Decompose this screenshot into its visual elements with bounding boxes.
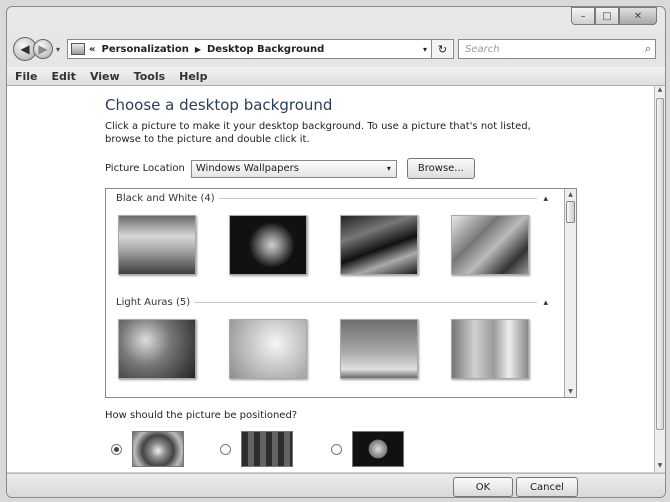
breadcrumb-separator-icon[interactable]: ▶ xyxy=(195,45,201,54)
group-label: Light Auras (5) xyxy=(116,297,191,308)
search-placeholder: Search xyxy=(465,43,500,55)
forward-arrow-icon: ▶ xyxy=(38,42,48,56)
picture-location-select[interactable]: Windows Wallpapers ▾ xyxy=(190,159,397,178)
position-thumbnail[interactable] xyxy=(352,431,404,467)
control-panel-icon xyxy=(71,43,86,55)
menu-tools[interactable]: Tools xyxy=(134,70,165,83)
page-description: Click a picture to make it your desktop … xyxy=(105,121,531,145)
group-divider xyxy=(194,302,538,303)
scroll-down-icon[interactable]: ▼ xyxy=(655,462,665,472)
refresh-icon: ↻ xyxy=(437,42,448,56)
collapse-icon[interactable]: ▴ xyxy=(543,194,548,204)
wallpaper-gallery: Black and White (4) ▴ Light Auras (5) ▴ … xyxy=(105,188,577,398)
position-thumbnail[interactable] xyxy=(132,431,184,467)
picture-location-row: Picture Location Windows Wallpapers ▾ Br… xyxy=(105,158,475,179)
position-option-center[interactable] xyxy=(331,431,404,467)
page-scrollbar[interactable]: ▲ ▼ xyxy=(654,86,665,472)
menu-help[interactable]: Help xyxy=(179,70,207,83)
wallpaper-thumbnail[interactable] xyxy=(118,215,196,275)
desktop-background-window: – □ ✕ ◀ ▶ ▾ « Personalization ▶ Desktop … xyxy=(6,6,666,498)
page-title: Choose a desktop background xyxy=(105,96,333,114)
breadcrumb-desktop-background[interactable]: Desktop Background xyxy=(207,44,324,55)
picture-location-value: Windows Wallpapers xyxy=(195,163,299,174)
radio-unselected[interactable] xyxy=(220,443,231,455)
scroll-down-icon[interactable]: ▼ xyxy=(565,386,576,397)
wallpaper-thumbnail[interactable] xyxy=(451,215,529,275)
browse-button[interactable]: Browse... xyxy=(406,158,475,179)
wallpaper-thumbnail[interactable] xyxy=(229,319,307,379)
scroll-up-icon[interactable]: ▲ xyxy=(565,189,576,200)
maximize-button[interactable]: □ xyxy=(595,7,619,25)
cancel-button[interactable]: Cancel xyxy=(516,477,578,497)
minimize-icon: – xyxy=(580,10,586,22)
wallpaper-thumbnail[interactable] xyxy=(340,319,418,379)
chevron-down-icon: ▾ xyxy=(386,164,391,173)
search-icon[interactable]: ⌕ xyxy=(645,42,651,56)
refresh-button[interactable]: ↻ xyxy=(432,39,455,59)
group-label: Black and White (4) xyxy=(116,193,215,204)
minimize-button[interactable]: – xyxy=(571,7,595,25)
forward-button[interactable]: ▶ xyxy=(33,39,53,59)
close-button[interactable]: ✕ xyxy=(619,7,657,25)
wallpaper-thumbnail[interactable] xyxy=(118,319,196,379)
scroll-thumb[interactable] xyxy=(656,98,664,430)
position-thumbnail[interactable] xyxy=(241,431,293,467)
group-divider xyxy=(218,198,538,199)
position-option-tile[interactable] xyxy=(220,431,293,467)
wallpaper-thumbnail[interactable] xyxy=(229,215,307,275)
navigation-bar: ◀ ▶ ▾ « Personalization ▶ Desktop Backgr… xyxy=(13,35,663,63)
menu-view[interactable]: View xyxy=(90,70,120,83)
caption-buttons: – □ ✕ xyxy=(571,7,657,25)
group-header-black-and-white[interactable]: Black and White (4) ▴ xyxy=(116,193,548,204)
address-bar[interactable]: « Personalization ▶ Desktop Background ▾ xyxy=(67,39,433,59)
address-dropdown-icon[interactable]: ▾ xyxy=(419,45,431,54)
menu-bar: File Edit View Tools Help xyxy=(7,67,665,86)
group-header-light-auras[interactable]: Light Auras (5) ▴ xyxy=(116,297,548,308)
close-icon: ✕ xyxy=(633,10,643,22)
picture-location-label: Picture Location xyxy=(105,163,185,174)
content-pane: Choose a desktop background Click a pict… xyxy=(7,86,656,472)
history-dropdown-icon[interactable]: ▾ xyxy=(56,45,60,54)
wallpaper-thumbnail[interactable] xyxy=(340,215,418,275)
scroll-thumb[interactable] xyxy=(566,201,575,223)
collapse-icon[interactable]: ▴ xyxy=(543,298,548,308)
gallery-scrollbar[interactable]: ▲ ▼ xyxy=(564,189,576,397)
radio-unselected[interactable] xyxy=(331,443,342,455)
position-option-fill[interactable] xyxy=(111,431,184,467)
maximize-icon: □ xyxy=(602,10,612,22)
scroll-up-icon[interactable]: ▲ xyxy=(655,86,665,96)
menu-edit[interactable]: Edit xyxy=(52,70,76,83)
search-input[interactable]: Search ⌕ xyxy=(458,39,657,59)
position-question: How should the picture be positioned? xyxy=(105,410,298,421)
back-arrow-icon: ◀ xyxy=(20,42,30,56)
dialog-footer: OK Cancel xyxy=(7,473,665,497)
menu-file[interactable]: File xyxy=(15,70,38,83)
ok-button[interactable]: OK xyxy=(453,477,513,497)
wallpaper-thumbnail[interactable] xyxy=(451,319,529,379)
address-overflow[interactable]: « xyxy=(89,44,95,55)
radio-selected[interactable] xyxy=(111,443,122,455)
breadcrumb-personalization[interactable]: Personalization xyxy=(101,44,188,55)
